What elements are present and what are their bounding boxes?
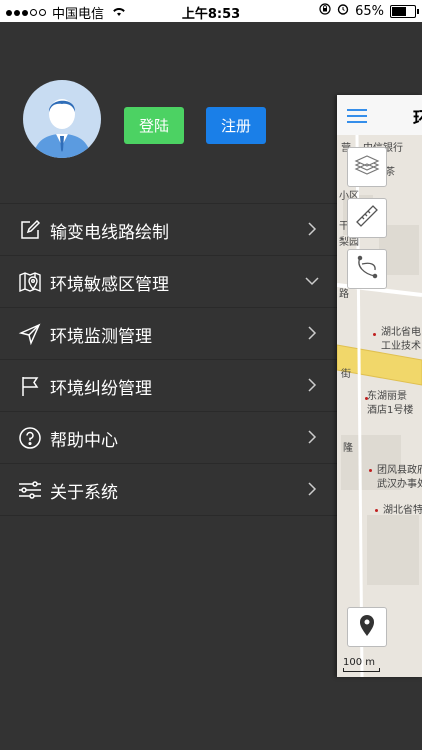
map-label: 街 bbox=[341, 369, 351, 380]
chevron-right-icon bbox=[305, 377, 319, 393]
menu-item-monitoring[interactable]: 环境监测管理 bbox=[0, 307, 337, 359]
send-icon bbox=[18, 322, 42, 346]
map-label: 团风县政府 bbox=[377, 465, 422, 476]
menu-item-label: 环境敏感区管理 bbox=[50, 275, 169, 295]
side-menu: 输变电线路绘制 环境敏感区管理 环境监测管理 环境纠纷管理 帮助中心 关于系统 bbox=[0, 203, 337, 516]
chevron-right-icon bbox=[305, 481, 319, 497]
map-scale-bar bbox=[343, 668, 380, 672]
status-bar: 中国电信 上午8:53 65% bbox=[0, 0, 422, 22]
alarm-icon bbox=[337, 3, 349, 19]
sliders-icon bbox=[18, 478, 42, 502]
avatar[interactable] bbox=[23, 80, 101, 158]
login-button[interactable]: 登陆 bbox=[124, 107, 184, 144]
menu-item-line-drawing[interactable]: 输变电线路绘制 bbox=[0, 203, 337, 255]
chevron-right-icon bbox=[305, 221, 319, 237]
map-header: 环 bbox=[337, 95, 422, 135]
locate-button[interactable] bbox=[347, 607, 387, 647]
menu-item-label: 关于系统 bbox=[50, 483, 118, 503]
map-label: 酒店1号楼 bbox=[367, 405, 414, 416]
chevron-right-icon bbox=[305, 325, 319, 341]
menu-item-label: 环境纠纷管理 bbox=[50, 379, 152, 399]
map-label: 东湖丽景 bbox=[367, 391, 407, 402]
menu-item-label: 输变电线路绘制 bbox=[50, 223, 169, 243]
menu-item-about[interactable]: 关于系统 bbox=[0, 463, 337, 516]
menu-item-label: 环境监测管理 bbox=[50, 327, 152, 347]
flag-icon bbox=[18, 374, 42, 398]
measure-button[interactable] bbox=[347, 198, 387, 238]
menu-item-dispute[interactable]: 环境纠纷管理 bbox=[0, 359, 337, 411]
chevron-down-icon bbox=[305, 273, 319, 289]
map-panel[interactable]: 环 营 中信银行 茶 小区 干 梨园 路 湖北省电 工业技术 街 东湖丽景 酒店… bbox=[337, 95, 422, 677]
register-button[interactable]: 注册 bbox=[206, 107, 266, 144]
map-label: 武汉办事处 bbox=[377, 479, 422, 490]
draw-curve-button[interactable] bbox=[347, 249, 387, 289]
map-scale-label: 100 m bbox=[343, 657, 376, 668]
chevron-right-icon bbox=[305, 429, 319, 445]
battery-icon bbox=[390, 4, 419, 18]
rotation-lock-icon bbox=[319, 3, 331, 19]
map-label: 工业技术 bbox=[381, 341, 421, 352]
curve-icon bbox=[354, 254, 380, 284]
map-title: 环 bbox=[413, 109, 422, 129]
menu-item-sensitive-area[interactable]: 环境敏感区管理 bbox=[0, 255, 337, 307]
map-pin-icon bbox=[18, 270, 42, 294]
layers-icon bbox=[354, 152, 380, 182]
layers-button[interactable] bbox=[347, 147, 387, 187]
ruler-icon bbox=[354, 203, 380, 233]
map-label: 湖北省特 bbox=[383, 505, 422, 516]
map-label: 湖北省电 bbox=[381, 327, 421, 338]
location-pin-icon bbox=[357, 613, 377, 641]
menu-item-label: 帮助中心 bbox=[50, 431, 118, 451]
help-icon bbox=[18, 426, 42, 450]
hamburger-menu-icon[interactable] bbox=[347, 108, 367, 123]
map-label: 隆 bbox=[343, 443, 353, 454]
edit-icon bbox=[18, 218, 42, 242]
battery-percent: 65% bbox=[355, 3, 384, 19]
menu-item-help[interactable]: 帮助中心 bbox=[0, 411, 337, 463]
